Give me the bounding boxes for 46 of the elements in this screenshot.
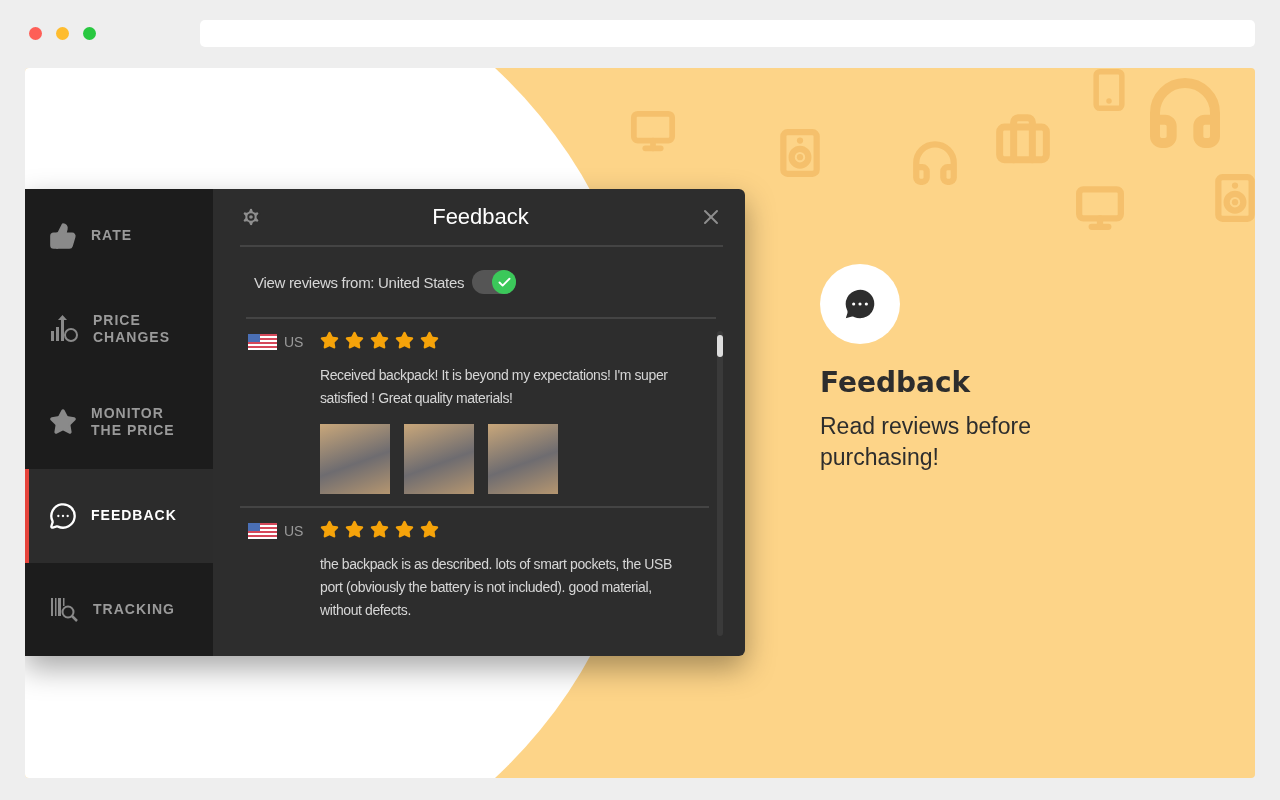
photo-placeholder <box>488 424 558 494</box>
chat-bubble-icon <box>49 501 77 530</box>
star-icon <box>49 408 77 437</box>
maximize-dot <box>83 26 96 40</box>
star-icon <box>370 331 389 350</box>
photo-placeholder <box>404 424 474 494</box>
sidebar-item[interactable]: MONITOR THE PRICE <box>25 375 213 470</box>
review-text: Received backpack! It is beyond my expectations! I'm super satisfied ! Great quality materials! <box>320 366 669 408</box>
sidebar-item[interactable]: PRICE CHANGES <box>25 282 213 376</box>
star-icon <box>345 520 364 539</box>
thumbs-up-icon <box>49 221 77 250</box>
star-icon <box>420 520 439 539</box>
panel-title: Feedback <box>432 204 529 230</box>
us-flag-icon <box>248 523 277 539</box>
monitor-icon <box>1075 183 1125 233</box>
headphones-icon <box>910 138 960 188</box>
sidebar-item[interactable]: FEEDBACK <box>25 469 213 563</box>
sidebar-item[interactable]: RATE <box>25 189 213 283</box>
sidebar-label: PRICE CHANGES <box>93 312 171 347</box>
settings-button[interactable] <box>240 206 262 228</box>
sidebar-item[interactable]: TRACKING <box>25 562 213 656</box>
feature-title: Feedback <box>820 366 972 399</box>
sidebar-label: RATE <box>91 227 134 245</box>
star-icon <box>320 520 339 539</box>
filter-label: View reviews from: United States <box>254 273 465 291</box>
monitor-icon <box>630 108 676 154</box>
country-code: US <box>284 523 304 539</box>
review-text: the backpack is as described. lots of smart pockets, the USB port (obviously the battery is not included). good material, without defects. <box>320 555 673 620</box>
star-icon <box>420 331 439 350</box>
star-icon <box>395 520 414 539</box>
star-icon <box>395 331 414 350</box>
scrollbar[interactable] <box>717 331 723 636</box>
close-dot <box>29 26 42 40</box>
toggle-switch[interactable] <box>472 270 517 294</box>
settings-icon <box>240 206 262 228</box>
country-code: US <box>284 334 304 350</box>
star-icon <box>345 331 364 350</box>
sidebar-label: TRACKING <box>93 600 176 618</box>
minimize-dot <box>56 26 69 40</box>
sidebar-label: FEEDBACK <box>91 507 178 525</box>
us-flag-icon <box>248 334 277 350</box>
photo-placeholder <box>320 424 390 494</box>
star-icon <box>320 331 339 350</box>
feature-description: Read reviews before purchasing! <box>820 412 1032 472</box>
star-icon <box>370 520 389 539</box>
sidebar-label: MONITOR THE PRICE <box>91 405 176 440</box>
